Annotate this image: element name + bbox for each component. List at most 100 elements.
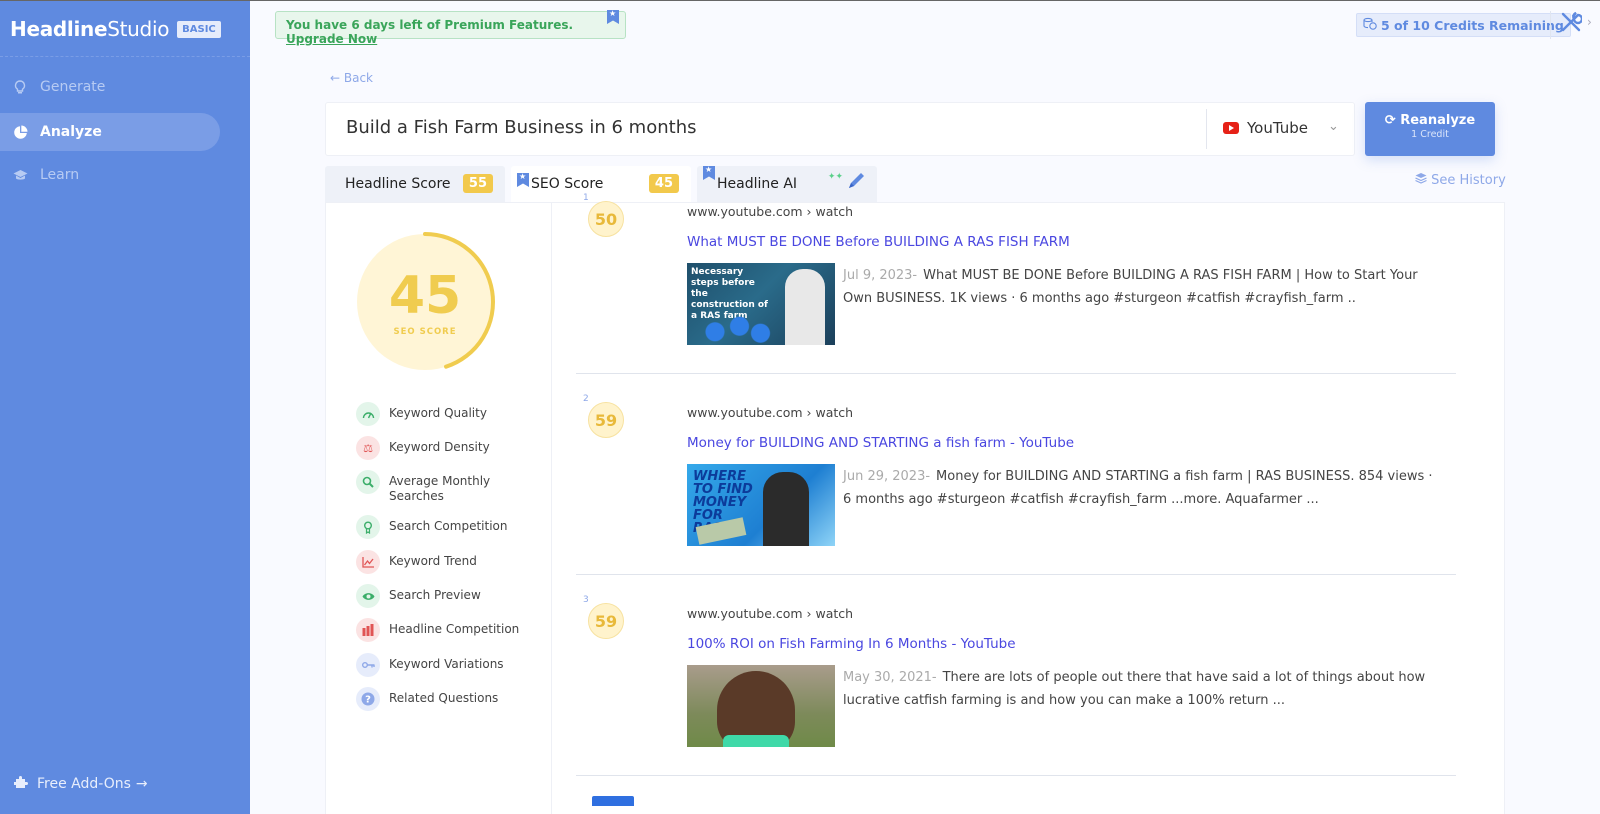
metric-keyword-trend[interactable]: Keyword Trend — [356, 550, 529, 574]
thumbnail-shirt — [723, 735, 789, 747]
thumbnail-person — [763, 472, 809, 546]
layers-icon — [1415, 173, 1431, 188]
promo-text: You have 6 days left of Premium Features… — [286, 18, 574, 32]
thumbnail-art — [701, 315, 771, 343]
metric-related-questions[interactable]: ? Related Questions — [356, 687, 529, 711]
result-description: Jul 9, 2023- What MUST BE DONE Before BUI… — [843, 264, 1443, 310]
metric-search-preview[interactable]: Search Preview — [356, 584, 529, 608]
gauge-score-value: 45 — [389, 266, 461, 326]
result-date: Jun 29, 2023- — [843, 469, 931, 484]
logo[interactable]: HeadlineStudio BASIC — [10, 17, 221, 41]
tab-label: Headline Score — [345, 176, 451, 192]
topbar-divider — [1550, 11, 1551, 39]
result-url[interactable]: www.youtube.com › watch — [687, 606, 853, 621]
result-thumbnail[interactable]: WHERE TO FIND MONEY FOR RAS — [687, 464, 835, 546]
metric-search-competition[interactable]: Search Competition — [356, 515, 529, 539]
sidebar-item-learn[interactable]: Learn — [0, 156, 220, 194]
youtube-icon — [1223, 122, 1239, 134]
reanalyze-label: Reanalyze — [1400, 113, 1476, 128]
metric-label: Keyword Trend — [389, 554, 477, 568]
headline-score-badge: 55 — [462, 174, 493, 193]
platform-select[interactable]: YouTube — [1223, 119, 1308, 137]
result-rank: 3 — [583, 595, 589, 605]
sidebar-item-label: Analyze — [40, 124, 102, 140]
sidebar-item-analyze[interactable]: Analyze — [0, 113, 220, 151]
metric-label: Search Competition — [389, 519, 508, 533]
result-rank: 1 — [583, 193, 589, 203]
result-snippet: Money for BUILDING AND STARTING a fish f… — [843, 469, 1433, 507]
seo-summary-column: 45 SEO SCORE Keyword Quality ⚖ Keyword D… — [326, 203, 552, 814]
puzzle-icon — [13, 774, 29, 793]
gauge-score-label: SEO SCORE — [393, 327, 456, 337]
trend-chart-icon — [356, 550, 380, 574]
sidebar-item-label: Generate — [40, 79, 106, 95]
upgrade-now-link[interactable]: Upgrade Now — [286, 32, 377, 46]
credits-remaining-badge[interactable]: 5 of 10 Credits Remaining — [1356, 13, 1571, 37]
scale-icon: ⚖ — [356, 436, 380, 460]
bookmark-star-icon — [517, 173, 529, 187]
see-history-link[interactable]: See History — [1415, 172, 1506, 188]
metric-label: Headline Competition — [389, 622, 520, 636]
result-date: Jul 9, 2023- — [843, 268, 918, 283]
logo-bold-text: Headline — [10, 17, 108, 41]
metric-label: Related Questions — [389, 691, 499, 705]
chevron-right-icon[interactable]: › — [1587, 15, 1592, 29]
reanalyze-button[interactable]: ⟳ Reanalyze 1 Credit — [1365, 102, 1495, 156]
award-icon — [356, 515, 380, 539]
metric-keyword-quality[interactable]: Keyword Quality — [356, 402, 529, 426]
thumbnail-person — [785, 269, 825, 345]
logo-light-text: Studio — [107, 17, 170, 41]
tab-headline-score[interactable]: Headline Score 55 — [325, 166, 505, 202]
eye-icon — [356, 584, 380, 608]
seo-score-gauge: 45 SEO SCORE — [357, 232, 495, 370]
platform-label: YouTube — [1247, 119, 1308, 137]
result-score-badge: 50 — [588, 201, 624, 237]
reanalyze-cost: 1 Credit — [1411, 129, 1449, 140]
metric-keyword-density[interactable]: ⚖ Keyword Density — [356, 436, 529, 460]
metric-label: Keyword Density — [389, 440, 490, 454]
question-icon: ? — [356, 687, 380, 711]
metric-label: Search Preview — [389, 588, 481, 602]
result-url[interactable]: www.youtube.com › watch — [687, 405, 853, 420]
result-date: May 30, 2021- — [843, 670, 937, 685]
result-description: May 30, 2021- There are lots of people ou… — [843, 666, 1443, 712]
headline-input[interactable] — [346, 117, 1166, 138]
metric-keyword-variations[interactable]: Keyword Variations — [356, 653, 529, 677]
sidebar-item-generate[interactable]: Generate — [0, 68, 220, 106]
free-addons-link[interactable]: Free Add-Ons → — [13, 774, 148, 793]
result-url[interactable]: www.youtube.com › watch — [687, 204, 853, 219]
sidebar-item-label: Learn — [40, 167, 80, 183]
tab-seo-score[interactable]: SEO Score 45 — [511, 166, 691, 202]
result-title-link[interactable]: 100% ROI on Fish Farming In 6 Months - Y… — [687, 636, 1016, 652]
premium-promo-banner: You have 6 days left of Premium Features… — [275, 10, 626, 46]
lightbulb-icon — [12, 79, 28, 95]
result-title-link[interactable]: Money for BUILDING AND STARTING a fish f… — [687, 435, 1074, 451]
headline-input-box: YouTube ⌄ — [325, 102, 1355, 156]
see-history-label: See History — [1431, 173, 1506, 188]
result-thumbnail[interactable] — [687, 665, 835, 747]
back-link[interactable]: ← Back — [330, 71, 373, 85]
credits-text: 5 of 10 Credits Remaining — [1381, 17, 1564, 33]
pie-chart-icon — [12, 124, 28, 140]
pencil-icon — [845, 170, 867, 197]
result-rank: 2 — [583, 394, 589, 404]
metric-average-monthly-searches[interactable]: Average Monthly Searches — [356, 470, 529, 504]
seo-score-badge: 45 — [648, 174, 679, 193]
result-thumbnail[interactable]: Necessary steps before the construction … — [687, 263, 835, 345]
result-score-badge: 59 — [588, 603, 624, 639]
metric-label: Keyword Quality — [389, 406, 487, 420]
graduation-cap-icon — [12, 167, 28, 183]
result-title-link[interactable]: What MUST BE DONE Before BUILDING A RAS … — [687, 234, 1070, 250]
tools-icon[interactable] — [1560, 11, 1584, 38]
plan-badge: BASIC — [177, 20, 221, 38]
bar-chart-icon — [356, 618, 380, 642]
bookmark-star-icon — [607, 10, 619, 24]
key-icon — [356, 653, 380, 677]
tab-headline-ai[interactable]: Headline AI ✦✦ — [697, 166, 877, 202]
search-icon — [356, 470, 380, 494]
svg-text:?: ? — [365, 695, 371, 706]
input-separator — [1206, 109, 1207, 149]
metric-headline-competition[interactable]: Headline Competition — [356, 618, 529, 642]
result-divider — [576, 775, 1456, 776]
chevron-down-icon[interactable]: ⌄ — [1328, 119, 1339, 134]
